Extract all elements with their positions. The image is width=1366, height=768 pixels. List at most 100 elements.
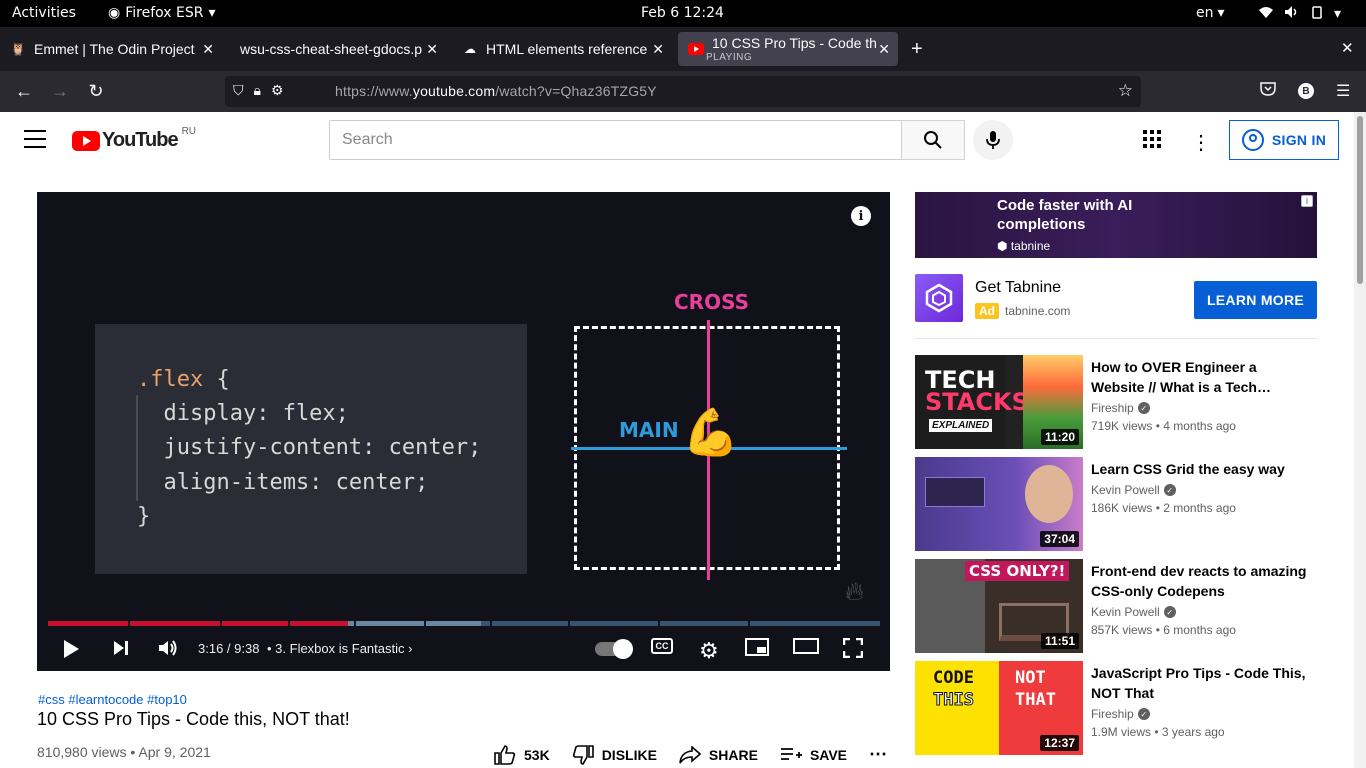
thumbs-down-icon [572,744,594,765]
video-title[interactable]: Learn CSS Grid the easy way [1091,459,1311,479]
mute-button[interactable] [157,638,179,658]
tab-html-reference[interactable]: ☁ HTML elements reference ✕ [452,32,672,66]
more-actions-button[interactable]: ⋯ [869,744,887,765]
hashtags[interactable]: #css #learntocode #top10 [38,692,187,707]
divider [915,338,1317,339]
learn-more-button[interactable]: LEARN MORE [1194,281,1317,319]
tab-title: Emmet | The Odin Project [34,41,195,57]
recommended-video[interactable]: 37:04 Learn CSS Grid the easy way Kevin … [915,457,1317,551]
tab-strip: 🦉 Emmet | The Odin Project ✕ wsu-css-che… [0,27,1366,71]
youtube-logo[interactable]: YouTube RU [72,126,197,152]
volume-icon [159,640,177,656]
video-duration: 11:20 [1040,429,1079,445]
theater-mode-button[interactable] [793,638,819,654]
country-code: RU [181,126,197,137]
close-icon[interactable]: ✕ [426,41,438,58]
url-text[interactable]: https://www.youtube.com/watch?v=Qhaz36TZ… [335,83,657,99]
profile-avatar[interactable]: B [1298,83,1314,99]
save-button[interactable]: SAVE [780,747,847,763]
ad-banner[interactable]: Code faster with AI completions ⬢ tabnin… [915,192,1317,258]
video-thumbnail[interactable]: 37:04 [915,457,1083,551]
thumb-text: TECH STACKS [925,366,1029,416]
miniplayer-button[interactable] [745,638,769,656]
video-thumbnail[interactable]: CODE THIS NOT THAT 12:37 [915,661,1083,755]
pocket-icon[interactable] [1260,81,1276,101]
close-icon[interactable]: ✕ [652,41,664,58]
video-thumbnail[interactable]: CSS ONLY?! 11:51 [915,559,1083,653]
reload-button[interactable]: ↻ [85,80,107,102]
info-icon[interactable]: i [851,206,871,226]
tabnine-icon: ⬢ [997,239,1011,253]
scrollbar-thumb[interactable] [1357,116,1363,284]
progress-bar[interactable] [48,621,880,626]
video-title[interactable]: JavaScript Pro Tips - Code This, NOT Tha… [1091,663,1311,703]
system-tray[interactable]: ▾ [1258,5,1341,23]
language-indicator[interactable]: en ▾ [1196,5,1225,21]
tabnine-logo[interactable] [915,274,963,322]
share-button[interactable]: SHARE [679,745,758,764]
apps-grid-icon[interactable] [1143,130,1161,153]
channel-name[interactable]: Kevin Powell ✓ [1091,605,1176,619]
tab-title: 10 CSS Pro Tips - Code th [712,35,877,51]
video-title[interactable]: Front-end dev reacts to amazing CSS-only… [1091,561,1311,601]
chapter-title[interactable]: • 3. Flexbox is Fantastic › [267,641,412,656]
forward-button[interactable]: → [49,80,71,102]
recommended-video[interactable]: CODE THIS NOT THAT 12:37 JavaScript Pro Ti… [915,661,1317,755]
hamburger-menu-icon[interactable] [24,130,46,150]
more-horizontal-icon: ⋯ [869,744,888,764]
code-line: justify-content: center; [137,435,482,460]
code-line: } [137,504,151,529]
close-window-button[interactable]: ✕ [1341,39,1354,57]
back-button[interactable]: ← [13,80,35,102]
permissions-icon[interactable]: ⚙ [271,82,284,99]
search-button[interactable] [901,120,965,160]
share-label: SHARE [708,746,758,763]
ad-brand-small: ⬢ tabnine [997,239,1051,253]
lock-icon[interactable]: 🔒︎ [254,82,261,99]
search-input[interactable] [330,121,902,159]
play-button[interactable] [61,638,81,660]
close-icon[interactable]: ✕ [878,41,890,58]
autoplay-toggle[interactable] [595,639,633,659]
search-box[interactable] [329,120,902,160]
tab-playing-label: PLAYING [706,52,753,63]
bookmark-star-icon[interactable]: ☆ [1118,81,1133,101]
video-title[interactable]: How to OVER Engineer a Website // What i… [1091,357,1311,397]
app-menu[interactable]: ◉ Firefox ESR ▾ [108,5,216,21]
miniplayer-icon [745,638,769,656]
activities-button[interactable]: Activities [12,5,76,21]
url-bar[interactable]: ⛉ 🔒︎ ⚙ https://www.youtube.com/watch?v=Q… [225,76,1141,107]
tab-emmet[interactable]: 🦉 Emmet | The Odin Project ✕ [0,32,222,66]
page-scrollbar[interactable] [1354,112,1366,768]
channel-name[interactable]: Kevin Powell ✓ [1091,483,1176,497]
dislike-button[interactable]: DISLIKE [572,744,657,765]
more-vertical-icon[interactable]: ⋮ [1191,130,1211,155]
shield-icon[interactable]: ⛉ [233,82,244,99]
fullscreen-button[interactable] [843,638,863,658]
video-thumbnail[interactable]: TECH STACKS EXPLAINED 11:20 [915,355,1083,449]
channel-name[interactable]: Fireship ✓ [1091,401,1150,415]
new-tab-button[interactable]: + [911,38,923,61]
recommended-video[interactable]: CSS ONLY?! 11:51 Front-end dev reacts to… [915,559,1317,653]
video-player[interactable]: .flex { display: flex; justify-content: … [37,192,890,671]
code-line: align-items: center; [137,470,429,495]
next-button[interactable] [111,638,131,658]
menu-icon[interactable]: ☰ [1336,81,1350,101]
voice-search-button[interactable] [973,120,1013,160]
like-button[interactable]: 53K [494,744,550,765]
subtitles-button[interactable]: CC [651,638,673,654]
chevron-down-icon: ▾ [208,5,216,21]
sign-in-button[interactable]: SIGN IN [1229,120,1339,160]
close-icon[interactable]: ✕ [202,41,214,58]
ad-info-icon[interactable]: i [1301,195,1313,207]
channel-name[interactable]: Fireship ✓ [1091,707,1150,721]
ad-title[interactable]: Get Tabnine [975,279,1061,297]
tab-wsu-cheat-sheet[interactable]: wsu-css-cheat-sheet-gdocs.p ✕ [222,32,446,66]
tab-youtube-playing[interactable]: 10 CSS Pro Tips - Code th PLAYING ✕ [678,32,898,66]
chapter-marker [658,621,660,626]
settings-button[interactable]: ⚙ [699,638,719,664]
clock[interactable]: Feb 6 12:24 [641,5,724,21]
progress-played [48,621,348,626]
recommended-video[interactable]: TECH STACKS EXPLAINED 11:20 How to OVER E… [915,355,1317,449]
search-icon [924,131,942,149]
